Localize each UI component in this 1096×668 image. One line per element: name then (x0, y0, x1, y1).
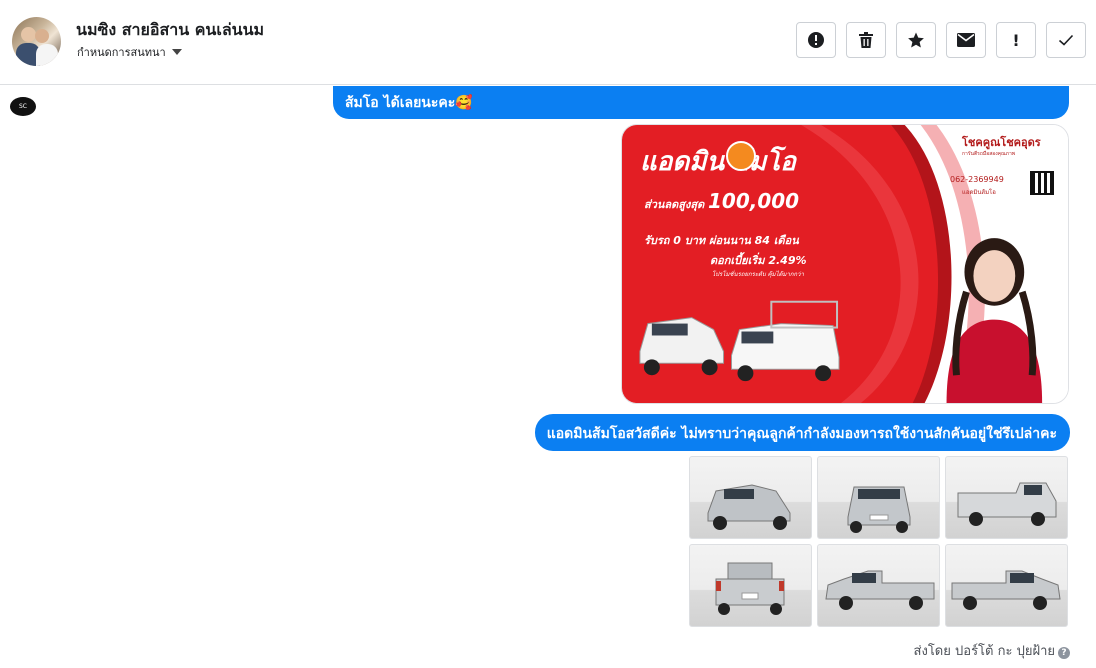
alert-circle-icon (808, 32, 824, 48)
star-button[interactable] (896, 22, 936, 58)
mark-done-button[interactable] (1046, 22, 1086, 58)
caret-down-icon (171, 49, 182, 55)
truck-image (707, 484, 791, 530)
conversation-actions: ! (796, 22, 1086, 58)
truck-image (951, 570, 1061, 610)
delete-button[interactable] (846, 22, 886, 58)
truck-image (825, 570, 935, 610)
promo-phone-sub: แอดมินส้มโอ (962, 189, 996, 196)
assign-conversation-dropdown[interactable]: กำหนดการสนทนา (77, 43, 182, 61)
promo-title: แอดมิน ส้มโอ (640, 147, 796, 177)
promo-interest: ดอกเบี้ยเริ่ม 2.49% (710, 254, 807, 267)
exclamation-icon: ! (1012, 30, 1020, 50)
car-photo-side-right[interactable] (945, 544, 1068, 627)
promo-fine-print: โปรโมชั่นรถยกระดับ คุ้มได้มากกว่า (712, 271, 804, 278)
car-photo-rear[interactable] (689, 544, 812, 627)
message-bubble[interactable]: แอดมินส้มโอสวัสดีค่ะ ไม่ทราบว่าคุณลูกค้า… (534, 414, 1070, 451)
car-photo-front[interactable] (817, 456, 940, 539)
car-photo-front-left[interactable] (689, 456, 812, 539)
help-icon[interactable]: ? (1058, 647, 1070, 659)
mark-unread-button[interactable] (946, 22, 986, 58)
message-text: แอดมินส้มโอสวัสดีค่ะ ไม่ทราบว่าคุณลูกค้า… (546, 426, 1057, 442)
truck-image (957, 482, 1057, 526)
sent-by-label: ส่งโดย ปอร์โต้ กะ ปุยฝ้าย? (914, 640, 1070, 661)
mark-spam-button[interactable] (796, 22, 836, 58)
assign-label: กำหนดการสนทนา (77, 46, 166, 59)
truck-image (715, 562, 785, 615)
car-photo-rear-right[interactable] (945, 456, 1068, 539)
promo-brand: โชคคูณโชคอุดร (962, 136, 1041, 149)
star-icon (908, 32, 924, 48)
contact-name[interactable]: นมซิง สายอิสาน คนเล่นนม (76, 18, 264, 43)
follow-up-button[interactable]: ! (996, 22, 1036, 58)
message-bubble[interactable]: ส้มโอ ได้เลยนะคะ🥰 (333, 86, 1069, 119)
envelope-icon (957, 33, 975, 47)
promo-discount-label: ส่วนลดสูงสุด (644, 198, 705, 211)
photo-grid (689, 456, 1069, 627)
sent-by-text: ส่งโดย ปอร์โต้ กะ ปุยฝ้าย (913, 644, 1055, 659)
promo-brand-sub: การันตีรถมือสองคุณภาพ (962, 151, 1016, 157)
promo-discount-value: 100,000 (708, 189, 800, 213)
conversation-header: นมซิง สายอิสาน คนเล่นนม กำหนดการสนทนา ! (0, 0, 1096, 85)
orange-icon (726, 141, 756, 171)
page-logo-icon: SC (10, 97, 36, 116)
message-text: ส้มโอ ได้เลยนะคะ🥰 (345, 95, 473, 111)
promo-down-payment: รับรถ 0 บาท ผ่อนนาน 84 เดือน (644, 234, 799, 247)
promo-image[interactable]: แอดมิน ส้มโอ ส่วนลดสูงสุด 100,000 รับรถ … (621, 124, 1069, 404)
contact-avatar[interactable] (12, 17, 61, 66)
qr-code-icon (1030, 171, 1054, 195)
trash-icon (859, 32, 873, 48)
promo-phone: 062-2369949 (950, 175, 1004, 184)
truck-image (847, 486, 911, 533)
check-icon (1058, 34, 1074, 46)
car-photo-side-left[interactable] (817, 544, 940, 627)
